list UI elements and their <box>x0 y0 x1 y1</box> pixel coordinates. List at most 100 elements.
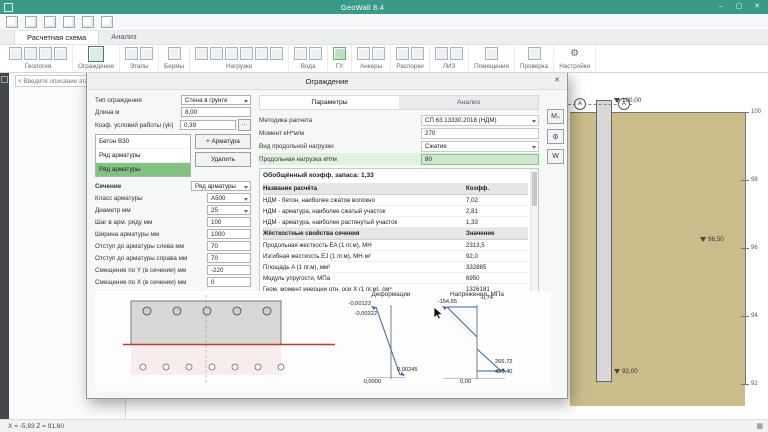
add-rebar-button[interactable]: + Арматура <box>195 134 251 149</box>
minimize-button[interactable]: – <box>712 0 730 14</box>
retaining-wall-icon[interactable] <box>88 46 104 62</box>
anchor-add-icon[interactable] <box>357 47 370 60</box>
load-point-icon[interactable] <box>195 47 208 60</box>
liz-icon-2[interactable] <box>450 47 463 60</box>
diagram-graphics <box>95 291 551 391</box>
resistance-tool-button[interactable]: W <box>547 149 564 164</box>
geology-borehole-icon[interactable] <box>24 47 37 60</box>
delete-button[interactable]: Удалить <box>195 152 251 167</box>
load-horizontal-icon[interactable] <box>255 47 268 60</box>
diameter-select[interactable]: 25 <box>207 205 251 215</box>
anchor-list-icon[interactable] <box>372 47 385 60</box>
offset-right-label: Отступ до арматуры справа мм <box>95 255 187 262</box>
ribbon-group-anchors: Анкеры <box>352 44 391 72</box>
ribbon-group-liz: ЛИЗ <box>430 44 469 72</box>
water-level-icon[interactable] <box>294 47 307 60</box>
rooms-icon[interactable] <box>485 47 498 60</box>
water-pressure-icon[interactable] <box>309 47 322 60</box>
moment-input[interactable]: 270 <box>421 128 539 139</box>
ribbon-label-boundary: ГУ <box>336 62 343 71</box>
stiffness-table-header: Жёсткостные свойства сечения Значение <box>263 228 528 240</box>
scrollbar-thumb[interactable] <box>532 172 537 206</box>
side-toolbar <box>0 72 9 420</box>
settings-gear-icon[interactable]: ⚙ <box>570 48 579 60</box>
load-type-select[interactable]: Сжатие <box>421 141 539 152</box>
geology-soil-icon[interactable] <box>39 47 52 60</box>
geology-table-icon[interactable] <box>54 47 67 60</box>
new-document-icon[interactable] <box>6 16 18 28</box>
cursor-coordinates: X = -5,93 Z = 91,60 <box>8 423 64 430</box>
liz-icon-1[interactable] <box>435 47 448 60</box>
stress-value: -0,74 <box>480 295 526 301</box>
table-row[interactable]: Модуль упругости, МПа 6950 <box>263 273 528 284</box>
dialog-title: Ограждение <box>306 77 349 86</box>
more-options-button[interactable]: … <box>238 119 251 131</box>
list-item[interactable]: Ряд арматуры <box>96 149 190 163</box>
work-coef-input[interactable]: 0,39 <box>180 120 236 130</box>
load-moment-icon[interactable] <box>240 47 253 60</box>
export-icon[interactable] <box>63 16 75 28</box>
tab-analysis-dialog[interactable]: Анализ <box>399 96 538 109</box>
ruler-number: 94 <box>751 313 758 319</box>
save-icon[interactable] <box>44 16 56 28</box>
dialog-title-bar[interactable]: Ограждение ✕ <box>87 73 567 90</box>
geology-layers-icon[interactable] <box>9 47 22 60</box>
load-edit-icon[interactable] <box>270 47 283 60</box>
ribbon-label-water: Вода <box>301 62 316 71</box>
settings-gear-icon[interactable]: ⚙ <box>547 129 564 144</box>
offset-right-input[interactable]: 70 <box>207 253 251 263</box>
help-icon[interactable] <box>101 16 113 28</box>
ruler-tick <box>741 384 749 385</box>
offset-left-input[interactable]: 70 <box>207 241 251 251</box>
dialog-close-icon[interactable]: ✕ <box>549 74 565 87</box>
rebar-class-select[interactable]: A500 <box>207 193 251 203</box>
wall-properties-panel: Тип ограждения Стена в грунте Длина м 8,… <box>95 95 251 289</box>
open-folder-icon[interactable] <box>25 16 37 28</box>
table-row[interactable]: Площадь A (1 пг.м), мм² 332885 <box>263 262 528 273</box>
table-row[interactable]: НДМ - бетон, наиболее сжатое волокно 7,0… <box>263 195 528 206</box>
close-button[interactable]: ✕ <box>748 0 766 14</box>
table-row[interactable]: НДМ - арматура, наиболее растянутый учас… <box>263 217 528 228</box>
stage-add-icon[interactable] <box>125 47 138 60</box>
print-icon[interactable] <box>82 16 94 28</box>
tab-analysis[interactable]: Анализ <box>99 30 148 44</box>
wall-type-select[interactable]: Стена в грунте <box>181 95 251 105</box>
offset-x-input[interactable]: 0 <box>207 277 251 287</box>
side-toolbar-icon[interactable] <box>1 76 8 83</box>
strut-list-icon[interactable] <box>411 47 424 60</box>
results-panel: Обобщённый коэфф. запаса: 1,33 Название … <box>259 168 539 294</box>
moment-tool-button[interactable]: M₀ <box>547 109 564 124</box>
stage-list-icon[interactable] <box>140 47 153 60</box>
berm-icon[interactable] <box>168 47 181 60</box>
length-input[interactable]: 8,00 <box>181 107 251 117</box>
results-scrollbar[interactable] <box>530 169 538 293</box>
load-distributed-icon[interactable] <box>225 47 238 60</box>
table-row[interactable]: Изгибная жесткость EJ (1 пг.м), МН·м² 92… <box>263 251 528 262</box>
method-select[interactable]: СП 63.13330.2018 (НДМ) <box>421 115 539 126</box>
spacing-input[interactable]: 100 <box>207 217 251 227</box>
document-tabs: Расчетная схема Анализ <box>0 30 768 45</box>
stress-value: 266,72 <box>495 359 541 365</box>
table-row[interactable]: Продольная жесткость EA (1 пг.м), МН 231… <box>263 240 528 251</box>
tab-calculation-scheme[interactable]: Расчетная схема <box>14 30 99 44</box>
check-icon[interactable] <box>528 47 541 60</box>
offset-y-input[interactable]: -220 <box>207 265 251 275</box>
section-components-list[interactable]: Бетон B30 Ряд арматуры Ряд арматуры <box>95 134 191 177</box>
moment-label: Момент кН*м/м <box>259 130 421 137</box>
load-strip-icon[interactable] <box>210 47 223 60</box>
section-select[interactable]: Ряд арматуры <box>191 181 251 191</box>
list-item-selected[interactable]: Ряд арматуры <box>96 163 190 177</box>
axis-marker-left: A <box>574 98 586 110</box>
calculation-panel: Параметры Анализ Методика расчета СП 63.… <box>259 95 539 294</box>
rebar-width-input[interactable]: 1000 <box>207 229 251 239</box>
maximize-button[interactable]: ▢ <box>730 0 748 14</box>
tab-parameters[interactable]: Параметры <box>260 96 399 109</box>
list-item[interactable]: Бетон B30 <box>96 135 190 149</box>
strut-add-icon[interactable] <box>396 47 409 60</box>
grid-toggle-icon[interactable]: ▦ <box>756 422 763 430</box>
retaining-wall-element[interactable] <box>596 100 612 382</box>
table-row[interactable]: НДМ - арматура, наиболее сжатый участок … <box>263 206 528 217</box>
axial-load-input[interactable]: 80 <box>421 154 539 165</box>
ruler-tick <box>741 248 749 249</box>
boundary-conditions-icon[interactable] <box>333 47 346 60</box>
